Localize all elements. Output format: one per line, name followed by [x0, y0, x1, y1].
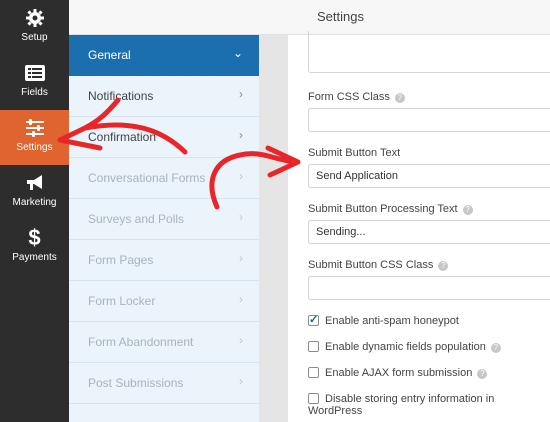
submit-button-text-input[interactable]: Send Application — [308, 164, 550, 188]
ajax-form-submission-checkbox[interactable] — [308, 367, 319, 378]
rail-item-label: Marketing — [12, 197, 57, 208]
rail-item-label: Setup — [21, 32, 48, 43]
rail-item-marketing[interactable]: Marketing — [0, 165, 69, 220]
nav-item-label: Notifications — [88, 89, 154, 103]
nav-item-post-submissions[interactable]: Post Submissions › — [69, 363, 259, 404]
help-icon[interactable]: ? — [462, 205, 473, 215]
chevron-right-icon: › — [239, 374, 243, 388]
rail-item-label: Settings — [16, 142, 53, 153]
nav-item-notifications[interactable]: Notifications › — [69, 76, 259, 117]
megaphone-icon — [24, 173, 46, 193]
gear-icon — [24, 8, 46, 28]
chevron-down-icon: ⌄ — [232, 46, 243, 60]
nav-item-label: Conversational Forms — [88, 171, 206, 185]
nav-item-form-pages[interactable]: Form Pages › — [69, 240, 259, 281]
submit-button-text-label: Submit Button Text — [308, 147, 401, 159]
sliders-icon — [24, 118, 46, 138]
nav-item-label: Form Abandonment — [88, 335, 194, 349]
rail-item-fields[interactable]: Fields — [0, 55, 69, 110]
top-header: Settings — [69, 0, 550, 35]
left-icon-rail: Setup Fields Settings Marketing $ Paymen… — [0, 0, 69, 422]
nav-item-label: Form Locker — [88, 294, 156, 308]
form-css-class-label: Form CSS Class? — [308, 91, 405, 103]
dynamic-fields-population-option[interactable]: Enable dynamic fields population? — [308, 341, 501, 353]
page-title: Settings — [317, 9, 364, 24]
chevron-right-icon: › — [239, 87, 243, 101]
general-settings-form: Form CSS Class? Submit Button Text Send … — [288, 31, 550, 422]
nav-item-label: Confirmation — [88, 130, 157, 144]
anti-spam-honeypot-checkbox[interactable] — [308, 313, 319, 326]
nav-item-label: General — [88, 48, 131, 62]
chevron-right-icon: › — [239, 333, 243, 347]
rail-item-settings[interactable]: Settings — [0, 110, 69, 165]
nav-item-surveys-and-polls[interactable]: Surveys and Polls › — [69, 199, 259, 240]
submit-button-css-class-label: Submit Button CSS Class? — [308, 259, 449, 271]
submit-button-css-class-input[interactable] — [308, 276, 550, 300]
chevron-right-icon: › — [239, 128, 243, 142]
chevron-right-icon: › — [239, 292, 243, 306]
disable-entry-storage-checkbox[interactable] — [308, 393, 319, 404]
dynamic-fields-population-checkbox[interactable] — [308, 341, 319, 352]
dollar-icon: $ — [28, 225, 41, 250]
ajax-form-submission-option[interactable]: Enable AJAX form submission? — [308, 367, 488, 379]
submit-processing-text-input[interactable]: Sending... — [308, 220, 550, 244]
panel-divider — [259, 35, 288, 422]
nav-item-form-abandonment[interactable]: Form Abandonment › — [69, 322, 259, 363]
fields-list-icon — [24, 63, 46, 83]
chevron-right-icon: › — [239, 210, 243, 224]
rail-item-label: Fields — [21, 87, 48, 98]
nav-item-label: Form Pages — [88, 253, 154, 267]
rail-item-payments[interactable]: $ Payments — [0, 220, 69, 275]
nav-item-form-locker[interactable]: Form Locker › — [69, 281, 259, 322]
chevron-right-icon: › — [239, 169, 243, 183]
chevron-right-icon: › — [239, 251, 243, 265]
settings-nav: General ⌄ Notifications › Confirmation ›… — [69, 35, 259, 422]
help-icon[interactable]: ? — [477, 369, 488, 379]
disable-entry-storage-option[interactable]: Disable storing entry information in Wor… — [308, 393, 550, 417]
nav-item-confirmation[interactable]: Confirmation › — [69, 117, 259, 158]
anti-spam-honeypot-option[interactable]: Enable anti-spam honeypot — [308, 313, 459, 327]
rail-item-setup[interactable]: Setup — [0, 0, 69, 55]
help-icon[interactable]: ? — [490, 343, 501, 353]
nav-item-general[interactable]: General ⌄ — [69, 35, 259, 76]
nav-item-label: Post Submissions — [88, 376, 184, 390]
help-icon[interactable]: ? — [394, 93, 405, 103]
help-icon[interactable]: ? — [438, 261, 449, 271]
rail-item-label: Payments — [12, 252, 57, 263]
nav-item-conversational-forms[interactable]: Conversational Forms › — [69, 158, 259, 199]
form-css-class-input[interactable] — [308, 108, 550, 132]
submit-processing-text-label: Submit Button Processing Text? — [308, 203, 473, 215]
nav-item-label: Surveys and Polls — [88, 212, 185, 226]
form-description-textarea[interactable] — [308, 31, 550, 73]
